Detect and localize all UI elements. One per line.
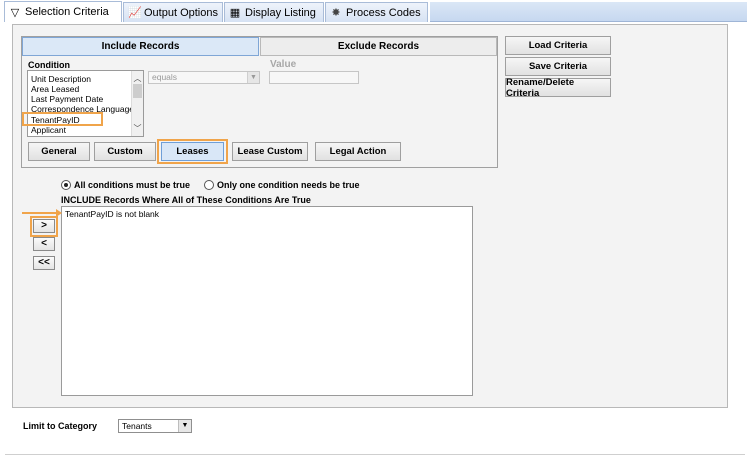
category-select[interactable]: Tenants ▼ bbox=[118, 419, 192, 433]
logic-options: All conditions must be true Only one con… bbox=[61, 180, 360, 190]
operator-select[interactable]: equals ▼ bbox=[148, 71, 260, 84]
list-item[interactable]: Area Leased bbox=[31, 84, 79, 94]
one-condition-label: Only one condition needs be true bbox=[217, 180, 360, 190]
all-conditions-radio[interactable] bbox=[61, 180, 71, 190]
chevron-up-icon[interactable]: ︿ bbox=[132, 73, 143, 84]
annotation-arrow bbox=[22, 212, 58, 214]
grid-icon: ▦ bbox=[229, 7, 241, 19]
rename-delete-criteria-button[interactable]: Rename/Delete Criteria bbox=[505, 77, 611, 99]
condition-label: Condition bbox=[28, 60, 70, 70]
save-criteria-button[interactable]: Save Criteria bbox=[505, 57, 611, 76]
custom-button[interactable]: Custom bbox=[94, 142, 156, 161]
highlight-leases bbox=[157, 139, 228, 164]
remove-condition-button[interactable]: < bbox=[33, 237, 55, 251]
condition-list-scrollbar[interactable]: ︿ ﹀ bbox=[131, 71, 143, 136]
funnel-icon: ▽ bbox=[10, 6, 20, 19]
tabstrip-background bbox=[430, 2, 747, 22]
legal-action-button[interactable]: Legal Action bbox=[315, 142, 401, 161]
lease-custom-button[interactable]: Lease Custom bbox=[232, 142, 308, 161]
list-item[interactable]: Last Payment Date bbox=[31, 94, 103, 104]
include-heading: INCLUDE Records Where All of These Condi… bbox=[61, 195, 311, 205]
add-condition-button[interactable]: > bbox=[33, 219, 55, 233]
all-conditions-label: All conditions must be true bbox=[74, 180, 191, 190]
general-button[interactable]: General bbox=[28, 142, 90, 161]
chevron-down-icon[interactable]: ﹀ bbox=[132, 123, 143, 134]
chevron-down-icon[interactable]: ▼ bbox=[247, 72, 259, 83]
tab-display-listing[interactable]: ▦ Display Listing bbox=[224, 2, 324, 22]
wand-icon: ✸ bbox=[331, 7, 341, 19]
include-records-tab[interactable]: Include Records bbox=[22, 37, 259, 56]
chevron-down-icon[interactable]: ▼ bbox=[178, 420, 191, 432]
condition-list[interactable]: Unit Description Area Leased Last Paymen… bbox=[27, 70, 144, 137]
list-item[interactable]: Applicant bbox=[31, 125, 66, 135]
tab-output-options[interactable]: 📈 Output Options bbox=[123, 2, 223, 22]
chart-icon: 📈 bbox=[128, 7, 142, 19]
exclude-records-tab[interactable]: Exclude Records bbox=[260, 37, 497, 56]
highlight-tenantpayid bbox=[22, 112, 103, 126]
remove-all-conditions-button[interactable]: << bbox=[33, 256, 55, 270]
list-item[interactable]: TenantPayID is not blank bbox=[65, 209, 159, 219]
include-conditions-list[interactable]: TenantPayID is not blank bbox=[61, 206, 473, 396]
scroll-thumb[interactable] bbox=[133, 84, 142, 98]
list-item[interactable]: Unit Description bbox=[31, 74, 91, 84]
tab-bar: ▽ Selection Criteria 📈 Output Options ▦ … bbox=[0, 0, 747, 22]
tab-process-codes[interactable]: ✸ Process Codes bbox=[325, 2, 428, 22]
divider bbox=[5, 454, 745, 455]
tab-selection-criteria[interactable]: ▽ Selection Criteria bbox=[4, 1, 122, 22]
value-label: Value bbox=[270, 59, 297, 70]
limit-to-category-label: Limit to Category bbox=[23, 421, 98, 431]
value-input[interactable] bbox=[269, 71, 359, 84]
load-criteria-button[interactable]: Load Criteria bbox=[505, 36, 611, 55]
one-condition-radio[interactable] bbox=[204, 180, 215, 190]
